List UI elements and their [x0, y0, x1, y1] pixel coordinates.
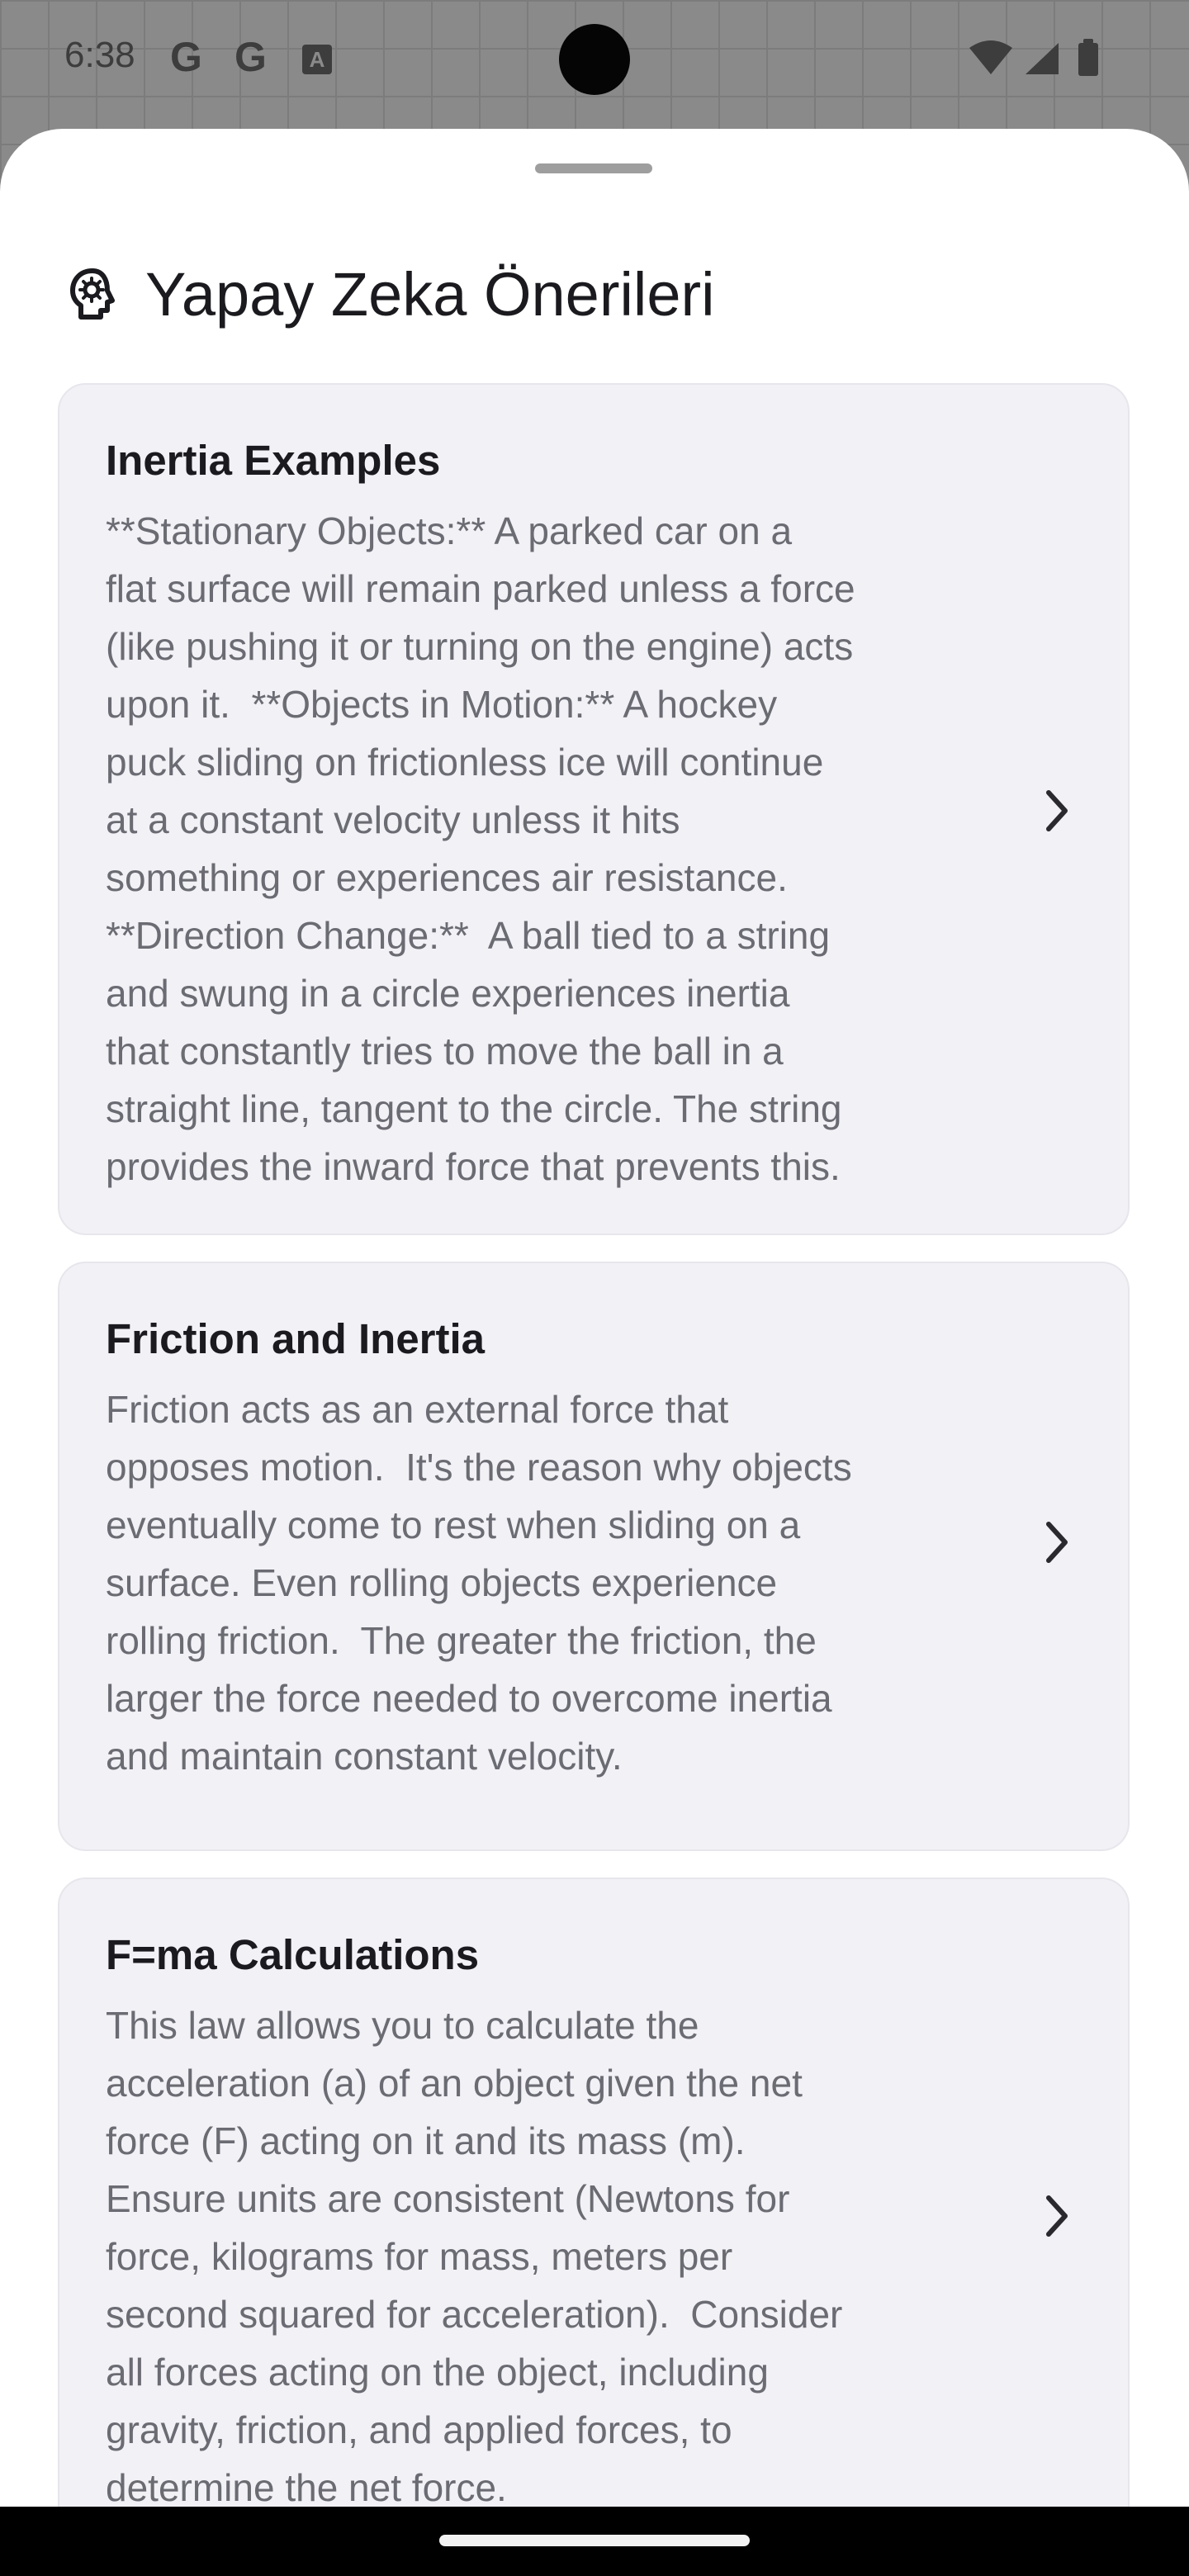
google-icon: G — [234, 34, 267, 80]
suggestion-card-fma-calculations[interactable]: F=ma Calculations This law allows you to… — [58, 1878, 1130, 2507]
suggestion-card-inertia-examples[interactable]: Inertia Examples **Stationary Objects:**… — [58, 383, 1130, 1235]
google-icon: G — [170, 34, 202, 80]
signal-icon — [1026, 43, 1059, 74]
chevron-right-icon — [1046, 1522, 1068, 1563]
card-title: Friction and Inertia — [106, 1315, 486, 1362]
camera-cutout — [559, 24, 630, 95]
font-a-icon: A — [302, 45, 332, 74]
suggestion-card-friction-and-inertia[interactable]: Friction and Inertia Friction acts as an… — [58, 1262, 1130, 1851]
battery-icon — [1078, 39, 1098, 76]
status-bar: 6:38 G G A — [0, 0, 1189, 119]
bottom-sheet: Yapay Zeka Önerileri Inertia Examples **… — [0, 129, 1189, 2507]
drag-handle[interactable] — [535, 163, 652, 173]
sheet-header: Yapay Zeka Önerileri — [64, 253, 715, 335]
status-time: 6:38 — [64, 35, 135, 75]
status-icons — [969, 39, 1098, 76]
card-body: Friction acts as an external force that … — [106, 1388, 852, 1778]
card-title: Inertia Examples — [106, 437, 441, 484]
chevron-right-icon — [1046, 790, 1068, 831]
navigation-bar — [0, 2507, 1189, 2576]
brain-idea-icon — [70, 268, 115, 320]
card-body: This law allows you to calculate the acc… — [106, 2004, 843, 2507]
wifi-icon — [969, 40, 1012, 74]
sheet-title: Yapay Zeka Önerileri — [145, 259, 715, 329]
home-gesture-handle[interactable] — [439, 2535, 750, 2546]
card-title: F=ma Calculations — [106, 1931, 480, 1978]
chevron-right-icon — [1046, 2195, 1068, 2237]
card-body: **Stationary Objects:** A parked car on … — [106, 509, 855, 1188]
